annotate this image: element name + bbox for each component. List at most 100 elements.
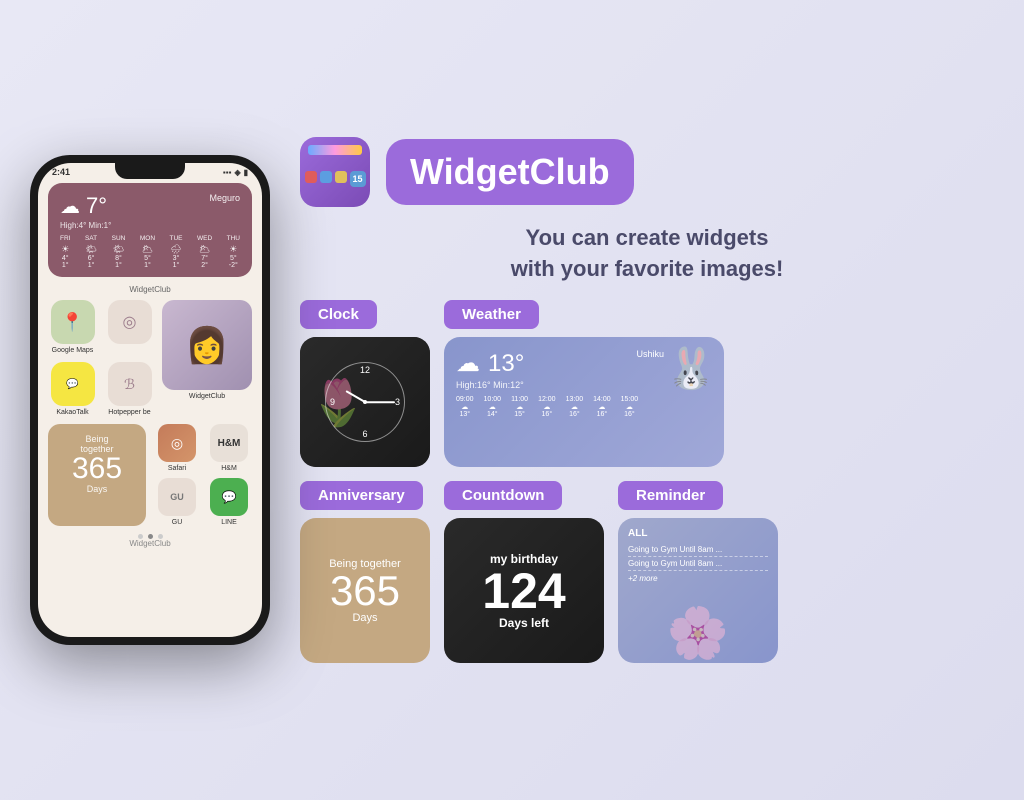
clock-display: 2:41 — [52, 167, 70, 177]
reminder-badge[interactable]: Reminder — [618, 481, 723, 510]
anniversary-number: 365 — [58, 454, 136, 484]
hour-12: 12:00☁16° — [538, 396, 556, 418]
icon-dots: 15 — [305, 171, 366, 187]
anniversary-preview-days: Days — [352, 612, 377, 624]
hour-15: 15:00☁16° — [621, 396, 639, 418]
clock-6: 6 — [362, 429, 367, 439]
weather-top: ☁ 7° Meguro — [60, 193, 240, 219]
weather-location: Meguro — [209, 193, 240, 203]
widget-categories: Clock 🌷 12 3 6 9 — [300, 300, 994, 663]
app-grid-row1: 📍 Google Maps ◎ 👩 WidgetClub — [48, 300, 252, 416]
phone-device: 2:41 ▪▪▪ ◈ ▮ ☁ 7° — [30, 155, 270, 645]
app-item-hotpepper[interactable]: ℬ Hotpepper be — [105, 362, 154, 416]
category-row-2: Anniversary Being together 365 Days Coun… — [300, 481, 994, 663]
reminder-more: +2 more — [628, 574, 768, 583]
app-item-line[interactable]: 💬 LINE — [206, 478, 252, 526]
hour-09: 09:00☁13° — [456, 396, 474, 418]
hour-13: 13:00☁16° — [566, 396, 584, 418]
hour-10: 10:00☁14° — [484, 396, 502, 418]
app-header: 15 WidgetClub — [300, 137, 994, 207]
weather-preview-hours: 09:00☁13° 10:00☁14° 11:00☁15° 12:00☁16° … — [456, 396, 712, 418]
weather-minmax: High:4° Min:1° — [60, 221, 240, 230]
weather-cloud-icon: ☁ — [60, 194, 80, 219]
dot-red — [305, 171, 317, 183]
app-item-photo[interactable]: 👩 WidgetClub — [162, 300, 252, 416]
reminder-item-1: Going to Gym Until 8am ... — [628, 543, 768, 557]
clock-category: Clock 🌷 12 3 6 9 — [300, 300, 430, 467]
widgetclub-bottom-label: WidgetClub — [48, 539, 252, 548]
app-title-badge: WidgetClub — [386, 139, 634, 205]
weather-day-wed: WED 🌥 7° 2° — [197, 235, 212, 269]
safari-icon: ◎ — [158, 424, 196, 462]
app-item-hm[interactable]: H&M H&M — [206, 424, 252, 472]
reminder-preview: 🌸 ALL Going to Gym Until 8am ... Going t… — [618, 518, 778, 663]
app-title: WidgetClub — [410, 151, 610, 193]
app-item-gu[interactable]: GU GU — [154, 478, 200, 526]
hour-11: 11:00☁15° — [511, 396, 528, 418]
anniversary-widget-phone[interactable]: Being together 365 Days — [48, 424, 146, 526]
clock-face: 12 3 6 9 — [325, 362, 405, 442]
countdown-badge[interactable]: Countdown — [444, 481, 562, 510]
maps-icon: 📍 — [51, 300, 95, 344]
kakao-label: KakaoTalk — [56, 409, 88, 416]
bottom-section: Being together 365 Days ◎ Safari H&M — [48, 424, 252, 526]
clock-badge[interactable]: Clock — [300, 300, 377, 329]
weather-category: Weather 🐰 ☁ 13° Ushiku High:16° Min:12° … — [444, 300, 724, 467]
weather-badge[interactable]: Weather — [444, 300, 539, 329]
phone-content: ☁ 7° Meguro High:4° Min:1° FRI ☀ 4° 1° — [38, 179, 262, 552]
status-icons: ▪▪▪ ◈ ▮ — [223, 168, 248, 177]
weather-day-mon: MON 🌥 5° 1° — [140, 235, 155, 269]
category-row-1: Clock 🌷 12 3 6 9 — [300, 300, 994, 467]
gu-icon: GU — [158, 478, 196, 516]
dot-blue — [320, 171, 332, 183]
countdown-number: 124 — [482, 566, 565, 616]
weather-preview-location: Ushiku — [636, 349, 664, 359]
icon-stripe — [308, 145, 362, 155]
countdown-preview: my birthday 124 Days left — [444, 518, 604, 663]
app-item-maps[interactable]: 📍 Google Maps — [48, 300, 97, 354]
anniversary-badge[interactable]: Anniversary — [300, 481, 423, 510]
reminder-all: ALL — [628, 528, 768, 539]
clock-min-hand — [365, 402, 395, 404]
signal-icon: ▪▪▪ — [223, 168, 232, 177]
clock-center-dot — [363, 400, 367, 404]
weather-temp: 7° — [86, 193, 107, 219]
weather-preview-temp: 13° — [488, 350, 524, 378]
battery-icon: ▮ — [244, 168, 248, 177]
weather-day-fri: FRI ☀ 4° 1° — [60, 235, 70, 269]
clock-12: 12 — [360, 365, 370, 375]
clock-3: 3 — [395, 397, 400, 407]
reminder-category: Reminder 🌸 ALL Going to Gym Until 8am ..… — [618, 481, 778, 663]
maps-label: Google Maps — [52, 347, 94, 354]
tagline-line2: with your favorite images! — [511, 256, 784, 281]
anniversary-days: Days — [58, 484, 136, 494]
gu-label: GU — [172, 519, 183, 526]
weather-day-sun: SUN 🌤 8° 1° — [112, 235, 126, 269]
weather-day-thu: THU ☀ 5° -2° — [227, 235, 240, 269]
widgetclub-app-icon[interactable]: 15 — [300, 137, 370, 207]
safari-label: Safari — [168, 465, 186, 472]
app-item-safari[interactable]: ◎ Safari — [154, 424, 200, 472]
main-container: 2:41 ▪▪▪ ◈ ▮ ☁ 7° — [0, 0, 1024, 800]
widgetclub-photo-label: WidgetClub — [189, 393, 225, 400]
weather-preview-cloud-icon: ☁ — [456, 349, 480, 378]
widget-club-top-label: WidgetClub — [48, 285, 252, 294]
weather-day-tue: TUE 🌧 3° 1° — [170, 235, 183, 269]
app-item-swirl[interactable]: ◎ — [105, 300, 154, 354]
phone-section: 2:41 ▪▪▪ ◈ ▮ ☁ 7° — [30, 155, 270, 645]
countdown-category: Countdown my birthday 124 Days left — [444, 481, 604, 663]
anniversary-preview-number: 365 — [330, 570, 400, 612]
reminder-content: ALL Going to Gym Until 8am ... Going to … — [628, 528, 768, 583]
countdown-days-left: Days left — [499, 616, 549, 630]
icon-15: 15 — [350, 171, 366, 187]
hm-icon: H&M — [210, 424, 248, 462]
weather-preview-minmax: High:16° Min:12° — [456, 380, 712, 390]
hotpepper-label: Hotpepper be — [108, 409, 150, 416]
weather-day-sat: SAT 🌤 6° 1° — [85, 235, 97, 269]
hour-14: 14:00☁16° — [593, 396, 611, 418]
anniversary-being: Being — [58, 434, 136, 444]
weather-widget[interactable]: ☁ 7° Meguro High:4° Min:1° FRI ☀ 4° 1° — [48, 183, 252, 277]
phone-notch — [115, 163, 185, 179]
app-item-kakao[interactable]: 💬 KakaoTalk — [48, 362, 97, 416]
kakao-icon: 💬 — [51, 362, 95, 406]
